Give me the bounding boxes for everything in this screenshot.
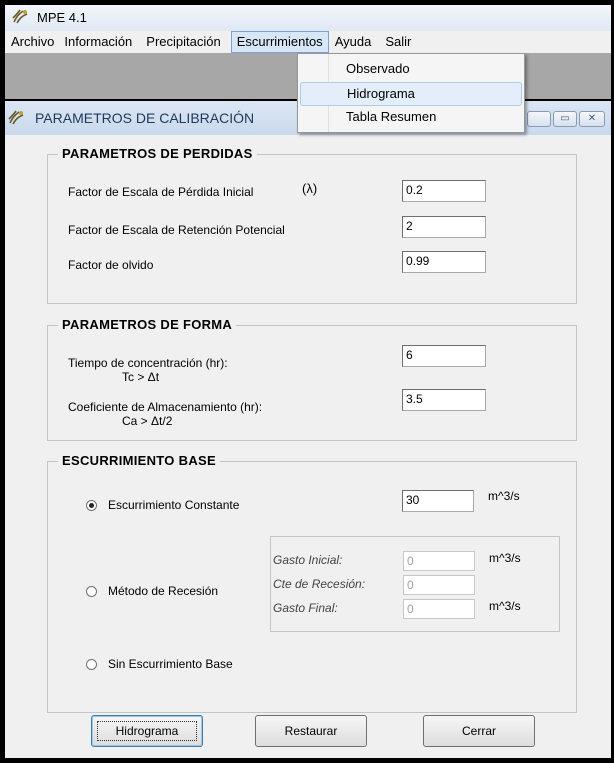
close-window-button[interactable]: ✕ xyxy=(579,111,605,127)
maximize-icon: ▭ xyxy=(560,113,570,124)
radio-sin-base-label: Sin Escurrimiento Base xyxy=(108,657,233,671)
dropdown-item-label: Observado xyxy=(346,61,410,76)
menu-archivo[interactable]: Archivo xyxy=(11,31,60,53)
tiempo-concentracion-input[interactable]: 6 xyxy=(402,345,486,367)
escurrimientos-dropdown: Observado Hidrograma Tabla Resumen xyxy=(297,53,525,133)
cerrar-button-label: Cerrar xyxy=(461,724,496,738)
cerrar-button[interactable]: Cerrar xyxy=(423,715,535,747)
gasto-inicial-label: Gasto Inicial: xyxy=(273,553,343,567)
forma-group: PARAMETROS DE FORMA Tiempo de concentrac… xyxy=(47,317,577,441)
dropdown-item-hidrograma[interactable]: Hidrograma xyxy=(300,82,522,106)
dropdown-item-label: Hidrograma xyxy=(347,86,415,101)
app-logo-icon xyxy=(12,9,28,24)
menu-informacion[interactable]: Información xyxy=(64,31,138,53)
dialog-title: PARAMETROS DE CALIBRACIÓN xyxy=(35,110,255,126)
focus-rect xyxy=(97,721,197,741)
menu-ayuda[interactable]: Ayuda xyxy=(335,31,378,53)
radio-sin-base[interactable] xyxy=(86,659,97,670)
radio-recesion[interactable] xyxy=(86,586,97,597)
perdidas-group: PARAMETROS DE PERDIDAS Factor de Escala … xyxy=(47,146,577,304)
screenshot-frame: MPE 4.1 Archivo Información Precipitació… xyxy=(0,0,614,763)
base-group-title: ESCURRIMIENTO BASE xyxy=(58,453,220,468)
tiempo-concentracion-label: Tiempo de concentración (hr): xyxy=(68,356,228,370)
app-title: MPE 4.1 xyxy=(37,10,87,25)
menu-escurrimientos[interactable]: Escurrimientos xyxy=(230,31,329,53)
perdida-inicial-input[interactable]: 0.2 xyxy=(402,180,486,202)
gasto-inicial-input[interactable]: 0 xyxy=(403,551,475,571)
radio-recesion-label: Método de Recesión xyxy=(108,584,219,598)
radio-constante-label: Escurrimiento Constante xyxy=(108,498,240,512)
menu-salir[interactable]: Salir xyxy=(385,31,417,53)
gasto-final-input[interactable]: 0 xyxy=(403,599,475,619)
factor-olvido-input[interactable]: 0.99 xyxy=(402,251,486,273)
coef-almacenamiento-constraint: Ca > Δt/2 xyxy=(122,414,173,428)
escurrimiento-constante-input[interactable]: 30 xyxy=(402,490,474,512)
dropdown-item-tabla-resumen[interactable]: Tabla Resumen xyxy=(300,106,520,128)
maximize-button[interactable]: ▭ xyxy=(553,111,577,127)
restaurar-button[interactable]: Restaurar xyxy=(255,715,367,747)
gasto-inicial-unit: m^3/s xyxy=(489,551,521,565)
radio-constante[interactable] xyxy=(86,500,97,511)
gasto-final-label: Gasto Final: xyxy=(273,601,338,615)
close-icon: ✕ xyxy=(587,113,597,124)
recesion-params-box: Gasto Inicial: 0 m^3/s Cte de Recesión: … xyxy=(270,536,560,632)
app-titlebar: MPE 4.1 xyxy=(5,5,611,31)
menubar: Archivo Información Precipitación Escurr… xyxy=(5,31,611,53)
escurrimiento-base-group: ESCURRIMIENTO BASE Escurrimiento Constan… xyxy=(47,453,577,713)
lambda-symbol: (λ) xyxy=(302,181,318,196)
retencion-potencial-label: Factor de Escala de Retención Potencial xyxy=(68,223,285,237)
perdidas-group-title: PARAMETROS DE PERDIDAS xyxy=(58,146,257,161)
cte-recesion-label: Cte de Recesión: xyxy=(273,577,366,591)
constante-unit: m^3/s xyxy=(488,489,520,503)
cte-recesion-input[interactable]: 0 xyxy=(403,575,475,595)
retencion-potencial-input[interactable]: 2 xyxy=(402,216,486,238)
restaurar-button-label: Restaurar xyxy=(284,724,338,738)
coef-almacenamiento-input[interactable]: 3.5 xyxy=(402,389,486,411)
app-logo-icon xyxy=(8,110,24,125)
coef-almacenamiento-label: Coeficiente de Almacenamiento (hr): xyxy=(68,400,263,414)
tiempo-concentracion-constraint: Tc > Δt xyxy=(122,370,160,384)
minimize-button[interactable] xyxy=(527,111,551,127)
gasto-final-unit: m^3/s xyxy=(489,599,521,613)
menu-precipitacion[interactable]: Precipitación xyxy=(146,31,226,53)
factor-olvido-label: Factor de olvido xyxy=(68,258,154,272)
perdida-inicial-label: Factor de Escala de Pérdida Inicial xyxy=(68,185,254,199)
hidrograma-button[interactable]: Hidrograma xyxy=(91,715,203,747)
calibration-dialog: PARAMETROS DE CALIBRACIÓN ▭ ✕ PARAMETROS… xyxy=(5,101,611,758)
dropdown-item-observado[interactable]: Observado xyxy=(300,58,520,80)
forma-group-title: PARAMETROS DE FORMA xyxy=(58,317,237,332)
dropdown-item-label: Tabla Resumen xyxy=(346,109,437,124)
